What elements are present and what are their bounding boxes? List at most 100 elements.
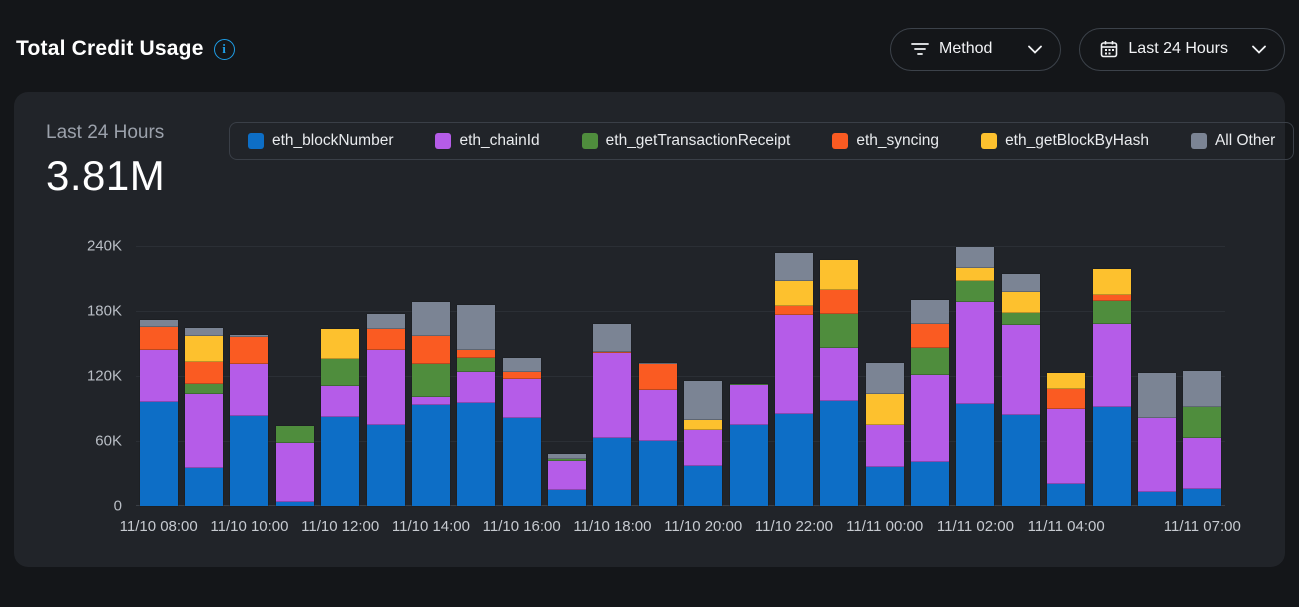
bar-segment-All Other[interactable] [593,324,631,352]
stacked-bar[interactable] [367,314,405,506]
time-range-button[interactable]: Last 24 Hours [1079,28,1285,71]
bar-segment-eth_chainId[interactable] [775,315,813,414]
bar-segment-eth_getBlockByHash[interactable] [820,260,858,290]
bar-segment-eth_getBlockByHash[interactable] [684,420,722,430]
stacked-bar[interactable] [503,358,541,506]
bar-segment-eth_getTransactionReceipt[interactable] [820,314,858,348]
bar-segment-eth_blockNumber[interactable] [866,467,904,506]
bar-segment-eth_blockNumber[interactable] [276,502,314,506]
stacked-bar[interactable] [730,384,768,506]
bar-segment-eth_blockNumber[interactable] [1002,415,1040,506]
stacked-bar[interactable] [140,320,178,506]
bar-segment-eth_blockNumber[interactable] [956,404,994,506]
bar-segment-eth_syncing[interactable] [639,364,677,390]
bar-segment-eth_chainId[interactable] [911,375,949,462]
bar-segment-eth_getTransactionReceipt[interactable] [1093,301,1131,324]
bar-segment-All Other[interactable] [911,300,949,324]
bar-segment-eth_chainId[interactable] [1138,418,1176,492]
bar-segment-eth_chainId[interactable] [140,350,178,402]
bar-segment-eth_getTransactionReceipt[interactable] [1002,313,1040,325]
bar-segment-eth_chainId[interactable] [820,348,858,401]
bar-segment-eth_blockNumber[interactable] [1138,492,1176,506]
bar-segment-eth_getBlockByHash[interactable] [866,394,904,424]
bar-segment-All Other[interactable] [412,302,450,336]
stacked-bar[interactable] [185,328,223,506]
bar-segment-eth_syncing[interactable] [503,372,541,380]
bar-segment-All Other[interactable] [1138,373,1176,419]
bar-segment-eth_blockNumber[interactable] [730,425,768,506]
stacked-bar[interactable] [1093,269,1131,506]
bar-segment-eth_blockNumber[interactable] [911,462,949,506]
bar-segment-eth_syncing[interactable] [911,324,949,348]
bar-segment-All Other[interactable] [866,363,904,394]
bar-segment-All Other[interactable] [140,320,178,328]
bar-segment-eth_getTransactionReceipt[interactable] [412,364,450,397]
bar-segment-eth_chainId[interactable] [639,390,677,441]
stacked-bar[interactable] [639,363,677,506]
bar-segment-eth_chainId[interactable] [1183,438,1221,489]
bar-segment-eth_blockNumber[interactable] [639,441,677,506]
stacked-bar[interactable] [1047,373,1085,506]
bar-segment-eth_chainId[interactable] [367,350,405,425]
info-icon[interactable]: i [214,39,235,60]
bar-segment-eth_chainId[interactable] [321,386,359,417]
bar-segment-eth_blockNumber[interactable] [321,417,359,506]
stacked-bar[interactable] [548,454,586,506]
bar-segment-eth_blockNumber[interactable] [185,468,223,506]
bar-segment-eth_getBlockByHash[interactable] [1002,292,1040,314]
stacked-bar[interactable] [593,324,631,506]
bar-segment-eth_getTransactionReceipt[interactable] [276,426,314,443]
stacked-bar[interactable] [412,302,450,506]
bar-segment-eth_chainId[interactable] [412,397,450,406]
bar-segment-eth_getTransactionReceipt[interactable] [321,359,359,386]
bar-segment-eth_blockNumber[interactable] [503,418,541,506]
stacked-bar[interactable] [1183,371,1221,506]
bar-segment-eth_blockNumber[interactable] [1093,407,1131,506]
bar-segment-eth_chainId[interactable] [866,425,904,467]
bar-segment-eth_chainId[interactable] [1002,325,1040,415]
bar-segment-eth_syncing[interactable] [185,362,223,384]
bar-segment-eth_getBlockByHash[interactable] [1047,373,1085,389]
bar-segment-eth_syncing[interactable] [412,336,450,364]
stacked-bar[interactable] [457,305,495,506]
bar-segment-eth_blockNumber[interactable] [548,490,586,506]
stacked-bar[interactable] [1002,274,1040,506]
bar-segment-All Other[interactable] [457,305,495,351]
bar-segment-eth_blockNumber[interactable] [457,403,495,506]
stacked-bar[interactable] [230,335,268,506]
bar-segment-eth_chainId[interactable] [956,302,994,404]
bar-segment-eth_syncing[interactable] [230,337,268,364]
bar-segment-eth_syncing[interactable] [820,290,858,314]
bar-segment-All Other[interactable] [1002,274,1040,291]
bar-segment-eth_chainId[interactable] [730,385,768,425]
bar-segment-eth_getBlockByHash[interactable] [185,336,223,362]
bar-segment-eth_chainId[interactable] [548,461,586,490]
bar-segment-All Other[interactable] [956,247,994,268]
bar-segment-eth_chainId[interactable] [503,379,541,418]
bar-segment-All Other[interactable] [367,314,405,329]
stacked-bar[interactable] [276,426,314,506]
bar-segment-eth_syncing[interactable] [140,327,178,350]
bar-segment-eth_blockNumber[interactable] [820,401,858,506]
bar-segment-eth_blockNumber[interactable] [1047,484,1085,506]
bar-segment-eth_getBlockByHash[interactable] [956,268,994,281]
bar-segment-eth_chainId[interactable] [1047,409,1085,485]
stacked-bar[interactable] [911,300,949,506]
bar-segment-eth_chainId[interactable] [230,364,268,416]
bar-segment-eth_blockNumber[interactable] [1183,489,1221,506]
bar-segment-eth_blockNumber[interactable] [775,414,813,506]
stacked-bar[interactable] [1138,373,1176,506]
bar-segment-eth_getTransactionReceipt[interactable] [911,348,949,375]
bar-segment-eth_blockNumber[interactable] [230,416,268,506]
bar-segment-eth_blockNumber[interactable] [593,438,631,506]
bar-segment-eth_getBlockByHash[interactable] [321,329,359,358]
bar-segment-All Other[interactable] [684,381,722,420]
bar-segment-eth_chainId[interactable] [593,353,631,438]
bar-segment-eth_getBlockByHash[interactable] [775,281,813,306]
bar-segment-eth_syncing[interactable] [1047,389,1085,409]
bar-segment-eth_chainId[interactable] [276,443,314,502]
stacked-bar[interactable] [775,253,813,506]
bar-segment-eth_getTransactionReceipt[interactable] [185,384,223,395]
bar-segment-All Other[interactable] [185,328,223,336]
bar-segment-eth_chainId[interactable] [185,394,223,468]
